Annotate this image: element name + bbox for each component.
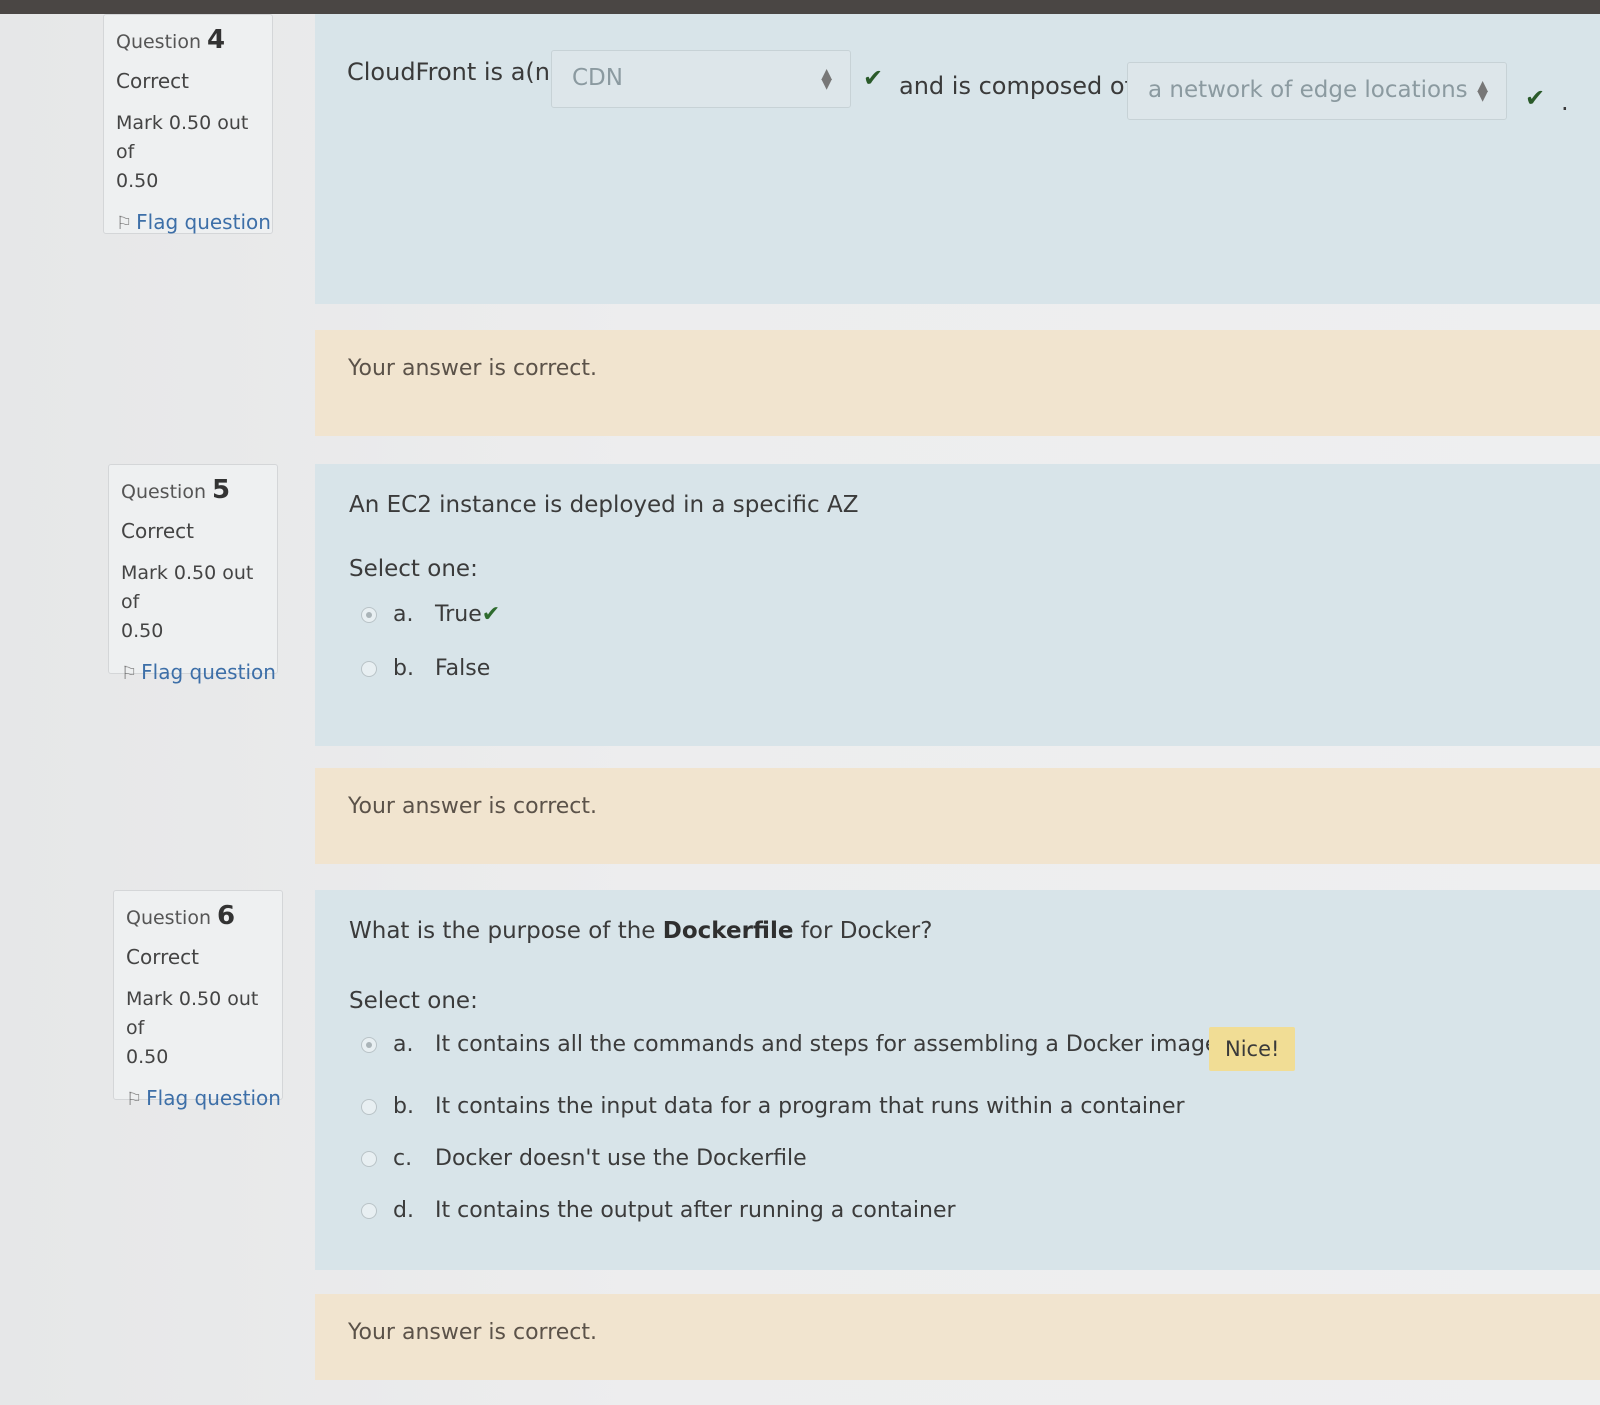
question-5-feedback: Your answer is correct.: [315, 768, 1600, 864]
question-number: Question 6: [126, 901, 236, 931]
answer-letter: a.: [393, 1032, 414, 1057]
flag-icon: ⚐: [121, 663, 138, 684]
flag-question-link[interactable]: ⚐ Flag question: [116, 210, 272, 234]
question-text-middle: and is composed of: [899, 72, 1134, 100]
check-icon: ✔: [1525, 84, 1546, 112]
answer-letter: a.: [393, 602, 414, 627]
answer-text: True: [435, 602, 482, 627]
composition-select[interactable]: a network of edge locations ▲ ▼: [1127, 62, 1507, 120]
check-icon: ✔: [481, 602, 501, 627]
question-4-formulation: CloudFront is a(n) CDN ▲ ▼ ✔ and is compo…: [315, 14, 1600, 304]
question-number: Question 5: [121, 475, 231, 505]
question-grade: Mark 0.50 out of 0.50: [121, 562, 254, 642]
radio-button[interactable]: [361, 1150, 377, 1167]
answer-letter: b.: [393, 656, 414, 681]
select-value: CDN: [572, 65, 623, 91]
question-grade: Mark 0.50 out of 0.50: [116, 112, 249, 192]
select-value: a network of edge locations: [1148, 77, 1468, 103]
flag-icon: ⚐: [126, 1089, 143, 1110]
dockerfile-term: Dockerfile: [662, 918, 794, 944]
answer-letter: c.: [393, 1146, 413, 1171]
radio-button[interactable]: [361, 606, 377, 623]
radio-button[interactable]: [361, 1098, 377, 1115]
radio-button[interactable]: [361, 660, 377, 677]
question-text-before: CloudFront is a(n): [347, 58, 560, 86]
answer-letter: d.: [393, 1198, 414, 1223]
question-5-info: Question 5 Correct Mark 0.50 out of 0.50 …: [108, 464, 278, 684]
answer-option-d[interactable]: d. It contains the output after running …: [361, 1198, 956, 1223]
question-number: Question 4: [116, 25, 226, 55]
answer-text: Docker doesn't use the Dockerfile: [435, 1146, 807, 1171]
question-state: Correct: [116, 69, 189, 93]
select-arrows-icon: ▲ ▼: [1477, 78, 1488, 104]
answer-text: It contains the input data for a program…: [435, 1094, 1185, 1119]
select-one-prompt: Select one:: [349, 988, 478, 1014]
top-bar: [0, 0, 1600, 14]
answer-text: It contains the output after running a c…: [435, 1198, 956, 1223]
flag-icon: ⚐: [116, 213, 133, 234]
answer-option-a[interactable]: a. It contains all the commands and step…: [361, 1032, 1237, 1057]
question-6-feedback: Your answer is correct.: [315, 1294, 1600, 1380]
answer-option-c[interactable]: c. Docker doesn't use the Dockerfile: [361, 1146, 807, 1171]
select-one-prompt: Select one:: [349, 556, 478, 582]
question-4-feedback: Your answer is correct.: [315, 330, 1600, 436]
question-4-info: Question 4 Correct Mark 0.50 out of 0.50 …: [103, 14, 273, 234]
question-text: What is the purpose of the Dockerfile fo…: [349, 918, 933, 944]
question-5-formulation: An EC2 instance is deployed in a specifi…: [315, 464, 1600, 746]
answer-text: False: [435, 656, 491, 681]
question-state: Correct: [121, 519, 194, 543]
question-6-info: Question 6 Correct Mark 0.50 out of 0.50 …: [113, 890, 283, 1110]
question-state: Correct: [126, 945, 199, 969]
answer-text: It contains all the commands and steps f…: [435, 1032, 1219, 1057]
check-icon: ✔: [863, 64, 884, 92]
specific-feedback: Nice!: [1209, 1027, 1296, 1071]
select-arrows-icon: ▲ ▼: [821, 66, 832, 92]
answer-option-a[interactable]: a. True ✔: [361, 602, 500, 627]
radio-button[interactable]: [361, 1036, 377, 1053]
question-text: An EC2 instance is deployed in a specifi…: [349, 492, 859, 518]
question-grade: Mark 0.50 out of 0.50: [126, 988, 259, 1068]
flag-question-link[interactable]: ⚐ Flag question: [126, 1086, 282, 1110]
cdn-select[interactable]: CDN ▲ ▼: [551, 50, 851, 108]
radio-button[interactable]: [361, 1202, 377, 1219]
flag-question-link[interactable]: ⚐ Flag question: [121, 660, 277, 684]
answer-option-b[interactable]: b. It contains the input data for a prog…: [361, 1094, 1185, 1119]
question-6-formulation: What is the purpose of the Dockerfile fo…: [315, 890, 1600, 1270]
answer-letter: b.: [393, 1094, 414, 1119]
answer-option-b[interactable]: b. False: [361, 656, 490, 681]
question-text-end: .: [1561, 88, 1569, 116]
